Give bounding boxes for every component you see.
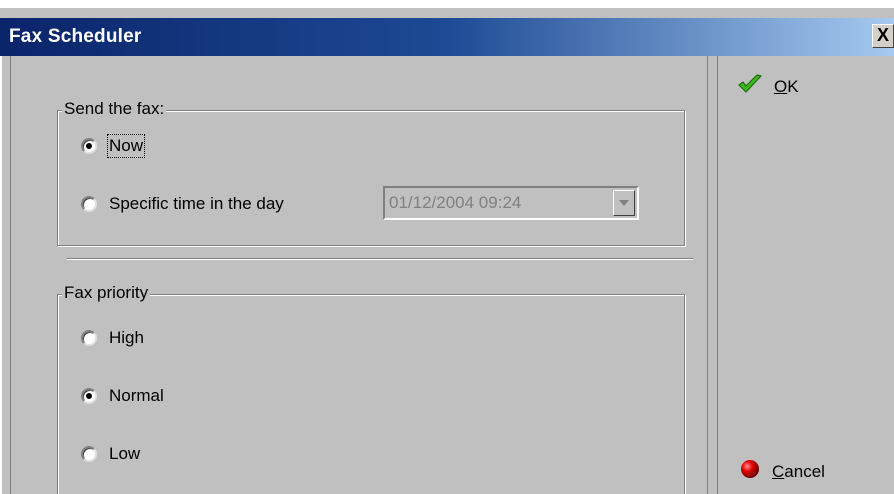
- radio-normal-label: Normal: [109, 386, 164, 405]
- actions-panel: OK Cancel: [717, 56, 894, 494]
- radio-specific-time-indicator[interactable]: [81, 196, 97, 212]
- send-the-fax-group: Send the fax: Now Specific time in the d…: [57, 98, 685, 246]
- datetime-value: 01/12/2004 09:24: [389, 193, 522, 212]
- cancel-label: Cancel: [772, 461, 825, 481]
- window-title: Fax Scheduler: [9, 26, 142, 47]
- close-button[interactable]: X: [872, 24, 894, 48]
- radio-normal[interactable]: Normal: [81, 386, 164, 406]
- radio-low-indicator[interactable]: [81, 446, 97, 462]
- fax-priority-group: Fax priority High Normal Low: [57, 282, 685, 494]
- title-bar[interactable]: Fax Scheduler X: [0, 18, 894, 56]
- settings-panel: Send the fax: Now Specific time in the d…: [10, 56, 708, 494]
- radio-high-indicator[interactable]: [81, 330, 97, 346]
- red-circle-icon: [740, 459, 760, 484]
- radio-high-label: High: [109, 328, 144, 347]
- dialog-body: Send the fax: Now Specific time in the d…: [0, 56, 894, 494]
- datetime-picker[interactable]: 01/12/2004 09:24: [383, 186, 639, 220]
- radio-high[interactable]: High: [81, 328, 144, 348]
- radio-normal-indicator[interactable]: [81, 388, 97, 404]
- section-divider: [67, 258, 693, 260]
- radio-specific-time[interactable]: Specific time in the day: [81, 194, 284, 214]
- cancel-button[interactable]: Cancel: [740, 459, 825, 484]
- dropdown-arrow-icon[interactable]: [613, 190, 635, 216]
- send-the-fax-label: Send the fax:: [62, 98, 167, 120]
- radio-low[interactable]: Low: [81, 444, 140, 464]
- ok-label: OK: [774, 76, 799, 96]
- radio-now-label: Now: [106, 134, 146, 158]
- radio-low-label: Low: [109, 444, 141, 463]
- radio-specific-time-label: Specific time in the day: [109, 194, 284, 213]
- fax-scheduler-dialog: Fax Scheduler X Send the fax: Now Specif…: [0, 8, 894, 494]
- green-checkmark-icon: [738, 74, 762, 99]
- radio-now-indicator[interactable]: [81, 138, 97, 154]
- window-edge: [0, 56, 2, 494]
- fax-priority-label: Fax priority: [62, 282, 151, 304]
- radio-now[interactable]: Now: [81, 134, 146, 158]
- ok-button[interactable]: OK: [738, 74, 799, 99]
